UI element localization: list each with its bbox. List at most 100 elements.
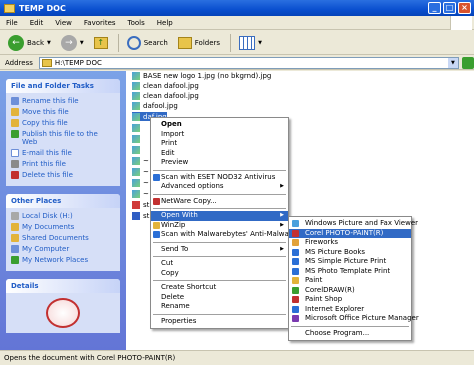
menu-item-open[interactable]: Open [151, 120, 288, 130]
menu-item-create-shortcut[interactable]: Create Shortcut [151, 283, 288, 293]
file-item[interactable]: st [132, 211, 149, 220]
search-button[interactable]: Search [126, 35, 168, 50]
back-button[interactable]: ← Back ▼ [8, 34, 51, 51]
menu-item-scan-malwarebytes[interactable]: Scan with Malwarebytes' Anti-Malware [151, 230, 296, 240]
panel-title[interactable]: File and Folder Tasks [6, 79, 120, 93]
menu-view[interactable]: View [55, 19, 72, 27]
open-with-coreldraw[interactable]: CorelDRAW(R) [289, 286, 411, 296]
menu-item-copy[interactable]: Copy [151, 269, 288, 279]
address-label: Address [5, 58, 33, 67]
computer-icon [11, 245, 19, 253]
menu-item-print[interactable]: Print [151, 139, 288, 149]
go-button[interactable] [461, 56, 474, 69]
file-item[interactable]: ~ [132, 189, 149, 198]
file-item[interactable]: dafool.jpg [132, 101, 178, 110]
menu-item-cut[interactable]: Cut [151, 259, 288, 269]
folders-button[interactable]: Folders [177, 36, 220, 49]
file-item[interactable] [132, 123, 143, 132]
menu-item-edit[interactable]: Edit [151, 149, 288, 159]
task-rename[interactable]: Rename this file [11, 97, 115, 105]
file-item[interactable]: ~ [132, 178, 149, 187]
menu-file[interactable]: File [6, 19, 18, 27]
printer-icon [11, 160, 19, 168]
file-item[interactable]: ~ [132, 167, 149, 176]
menu-item-properties[interactable]: Properties [151, 317, 288, 327]
address-value: H:\TEMP DOC [54, 58, 102, 67]
forward-button[interactable]: → ▼ [60, 34, 84, 51]
image-file-icon [132, 167, 140, 176]
open-with-fireworks[interactable]: Fireworks [289, 238, 411, 248]
file-item[interactable]: BASE new logo 1.jpg (no bkgrnd).jpg [132, 71, 271, 80]
place-my-documents[interactable]: My Documents [11, 223, 115, 231]
menu-edit[interactable]: Edit [30, 19, 44, 27]
file-item[interactable]: clean dafool.jpg [132, 91, 199, 100]
task-email[interactable]: E-mail this file [11, 149, 115, 157]
maximize-button[interactable]: □ [443, 2, 456, 14]
file-item[interactable] [132, 145, 143, 154]
menu-item-import[interactable]: Import [151, 130, 288, 140]
menu-item-open-with[interactable]: Open With ▶ [151, 211, 288, 221]
chevron-down-icon[interactable]: ▼ [47, 40, 51, 46]
close-button[interactable]: × [458, 2, 471, 14]
menu-favorites[interactable]: Favorites [84, 19, 116, 27]
task-publish[interactable]: Publish this file to the Web [11, 130, 115, 146]
chevron-down-icon[interactable]: ▼ [258, 40, 262, 46]
open-with-internet-explorer[interactable]: Internet Explorer [289, 305, 411, 315]
menu-separator [153, 193, 286, 195]
open-with-corel-photo-paint[interactable]: Corel PHOTO-PAINT(R) [289, 228, 411, 238]
views-button[interactable]: ▼ [239, 35, 262, 50]
menu-item-rename[interactable]: Rename [151, 302, 288, 312]
task-move[interactable]: Move this file [11, 108, 115, 116]
open-with-simple-picture-print[interactable]: MS Simple Picture Print [289, 257, 411, 267]
menu-item-scan-eset[interactable]: Scan with ESET NOD32 Antivirus [151, 173, 288, 183]
panel-title[interactable]: Details [6, 279, 120, 293]
open-with-choose-program[interactable]: Choose Program... [289, 329, 411, 339]
submenu-arrow-icon: ▶ [280, 212, 284, 218]
menu-item-winzip[interactable]: WinZip ▶ [151, 221, 288, 231]
menu-item-advanced-options[interactable]: Advanced options ▶ [151, 182, 288, 192]
eset-icon [153, 173, 160, 181]
menu-tools[interactable]: Tools [128, 19, 145, 27]
file-item[interactable] [132, 134, 143, 143]
file-item[interactable]: clean dafool.jpg [132, 81, 199, 90]
open-with-picture-books[interactable]: MS Picture Books [289, 248, 411, 258]
task-print[interactable]: Print this file [11, 160, 115, 168]
fireworks-icon [292, 239, 299, 246]
minimize-button[interactable]: _ [428, 2, 441, 14]
menu-item-send-to[interactable]: Send To ▶ [151, 245, 288, 255]
menu-separator [153, 241, 286, 243]
open-with-paint-shop[interactable]: Paint Shop [289, 295, 411, 305]
place-shared-documents[interactable]: Shared Documents [11, 234, 115, 242]
open-with-photo-template-print[interactable]: MS Photo Template Print [289, 267, 411, 277]
panel-title[interactable]: Other Places [6, 194, 120, 208]
image-file-icon [132, 71, 140, 80]
task-delete[interactable]: Delete this file [11, 171, 115, 179]
back-label: Back [27, 38, 44, 47]
toolbar: ← Back ▼ → ▼ ↑ Search Folders ▼ [0, 31, 474, 55]
task-copy[interactable]: Copy this file [11, 119, 115, 127]
menu-item-preview[interactable]: Preview [151, 158, 288, 168]
folder-icon [11, 234, 19, 242]
menu-item-delete[interactable]: Delete [151, 293, 288, 303]
window-title: TEMP DOC [19, 3, 66, 13]
title-bar: TEMP DOC _ □ × [0, 0, 474, 16]
submenu-arrow-icon: ▶ [280, 183, 284, 189]
folder-icon [11, 223, 19, 231]
chevron-down-icon[interactable]: ▼ [80, 40, 84, 46]
open-with-picture-manager[interactable]: Microsoft Office Picture Manager [289, 314, 419, 324]
place-my-computer[interactable]: My Computer [11, 245, 115, 253]
open-with-picture-viewer[interactable]: Windows Picture and Fax Viewer [289, 219, 418, 229]
chevron-down-icon[interactable]: ▼ [447, 57, 458, 68]
up-button[interactable]: ↑ [93, 36, 108, 49]
open-with-paint[interactable]: Paint [289, 276, 411, 286]
address-field[interactable]: H:\TEMP DOC ▼ [38, 56, 459, 69]
drive-icon [11, 212, 19, 220]
menu-item-netware-copy[interactable]: NetWare Copy... [151, 197, 288, 207]
context-menu: Open Import Print Edit Preview Scan with… [150, 117, 296, 329]
menu-help[interactable]: Help [157, 19, 173, 27]
place-local-disk[interactable]: Local Disk (H:) [11, 212, 115, 220]
file-item[interactable]: ~ [132, 156, 149, 165]
place-my-network[interactable]: My Network Places [11, 256, 115, 264]
file-item[interactable]: st [132, 200, 149, 209]
image-file-icon [132, 156, 140, 165]
